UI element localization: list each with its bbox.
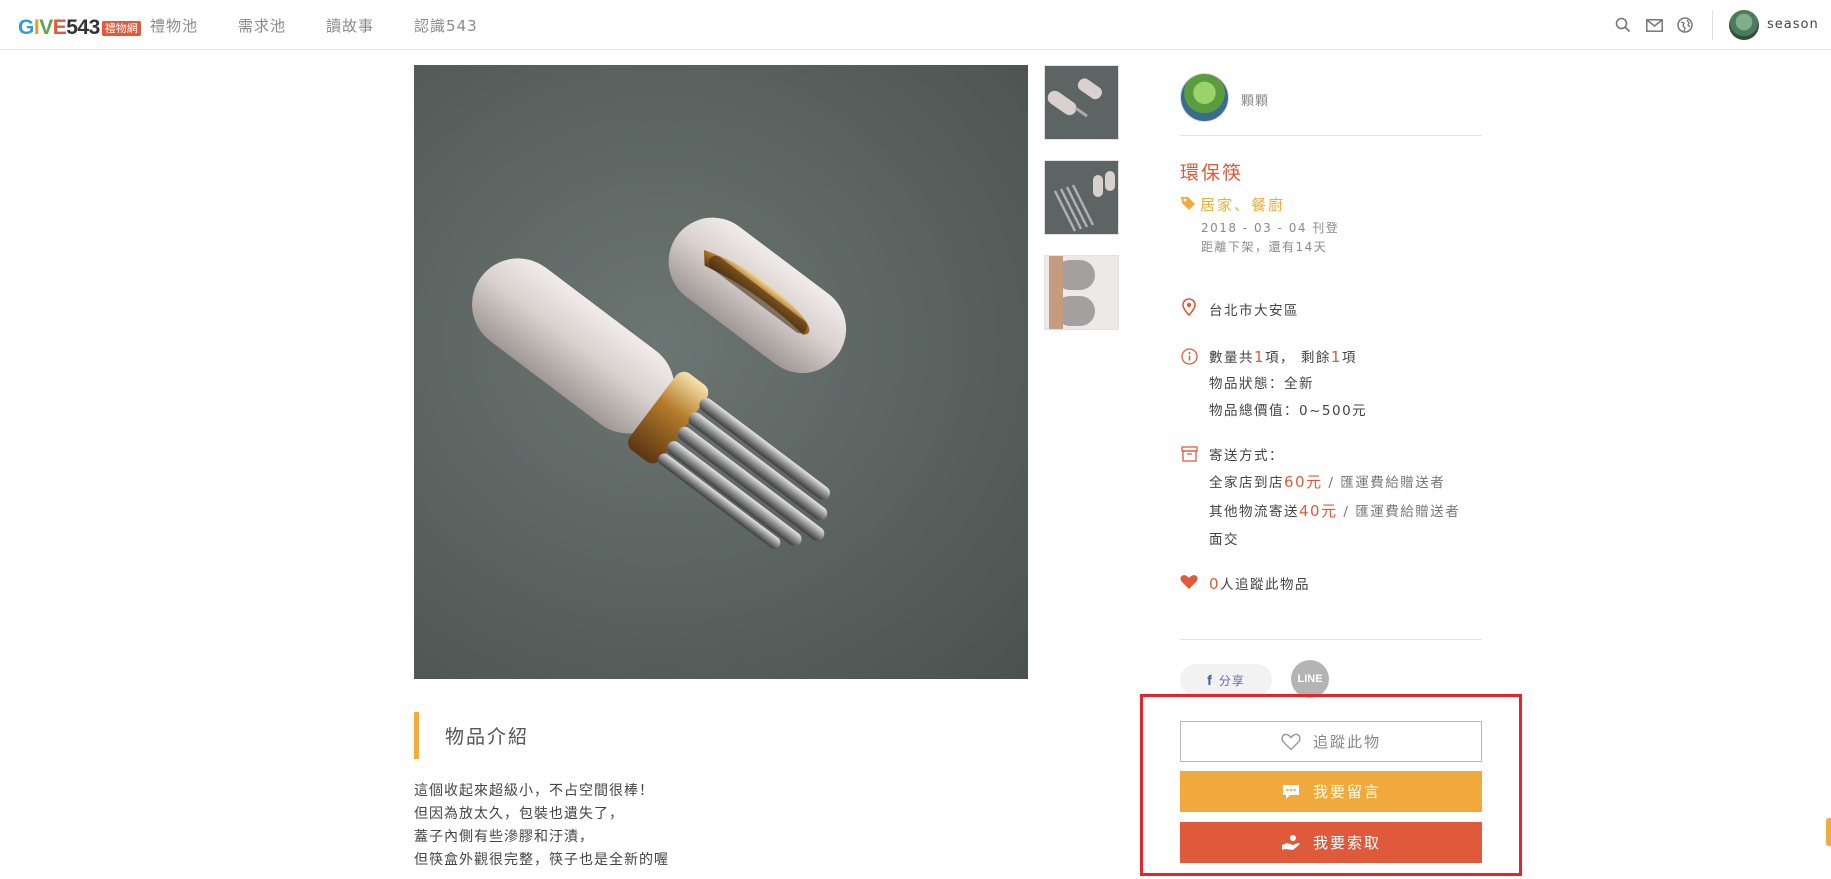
qty-suffix: 項 <box>1341 350 1357 366</box>
shipping-option-1: 全家店到店60元 / 匯運費給贈送者 <box>1209 471 1445 492</box>
posted-date: 2018 - 03 - 04 刊登 <box>1201 221 1340 235</box>
nav-demand-pool[interactable]: 需求池 <box>238 15 286 36</box>
mail-icon[interactable] <box>1643 14 1665 36</box>
intro-description: 這個收起來超級小，不占空間很棒！ 但因為放太久，包裝也遺失了， 蓋子內側有些滲膠… <box>414 780 669 872</box>
nav-gift-pool[interactable]: 禮物池 <box>150 15 198 36</box>
ship1-note: / 匯運費給贈送者 <box>1328 475 1446 491</box>
ship2-name: 其他物流寄送 <box>1209 504 1299 520</box>
qty-left: 1 <box>1330 348 1342 366</box>
line-share-button[interactable]: LINE <box>1291 660 1329 698</box>
site-logo[interactable]: GIVE543 禮物網 <box>18 13 141 39</box>
ship1-price: 60元 <box>1284 473 1323 491</box>
owner-divider <box>1180 135 1482 136</box>
time-remaining: 距離下架，還有14天 <box>1201 240 1328 254</box>
condition-text: 物品狀態：全新 <box>1209 376 1314 392</box>
item-main-photo[interactable] <box>414 65 1028 679</box>
intro-line-3: 蓋子內側有些滲膠和汙漬， <box>414 829 594 845</box>
shipping-option-3: 面交 <box>1209 532 1239 548</box>
logo-subtitle: 禮物網 <box>101 21 141 36</box>
facebook-share-label: 分享 <box>1218 673 1245 688</box>
quantity-text: 數量共1項， 剩餘1項 <box>1209 346 1357 366</box>
followers-text: 0人追蹤此物品 <box>1209 573 1310 593</box>
thumbnail-2[interactable] <box>1044 160 1119 235</box>
header-icons <box>1612 14 1705 36</box>
side-edge-tab[interactable] <box>1826 818 1831 846</box>
intro-line-4: 但筷盒外觀很完整，筷子也是全新的喔 <box>414 852 669 868</box>
main-nav: 禮物池 需求池 讀故事 認識543 <box>150 0 518 50</box>
facebook-share-button[interactable]: f 分享 <box>1180 664 1272 696</box>
followers-suffix: 人追蹤此物品 <box>1220 577 1311 593</box>
ship1-name: 全家店到店 <box>1209 475 1284 491</box>
shipping-option-2: 其他物流寄送40元 / 匯運費給贈送者 <box>1209 500 1460 521</box>
facebook-icon: f <box>1207 672 1213 688</box>
info-icon <box>1180 347 1198 365</box>
intro-line-2: 但因為放太久，包裝也遺失了， <box>414 806 624 822</box>
item-title: 環保筷 <box>1180 162 1244 184</box>
chopstick-case-illustration <box>472 217 847 549</box>
intro-line-1: 這個收起來超級小，不占空間很棒！ <box>414 783 654 799</box>
qty-total: 1 <box>1254 348 1266 366</box>
intro-title: 物品介紹 <box>445 726 530 748</box>
qty-prefix: 數量共 <box>1209 350 1254 366</box>
ship2-price: 40元 <box>1299 502 1338 520</box>
nav-about[interactable]: 認識543 <box>414 15 478 36</box>
owner-avatar[interactable] <box>1180 73 1229 122</box>
qty-mid: 項， 剩餘 <box>1265 350 1331 366</box>
followers-count: 0 <box>1209 575 1221 593</box>
heart-filled-icon <box>1180 573 1198 591</box>
thumbnail-3[interactable] <box>1044 255 1119 330</box>
user-avatar[interactable] <box>1729 10 1759 40</box>
owner-name[interactable]: 顆顆 <box>1241 90 1269 109</box>
shipping-label: 寄送方式： <box>1209 448 1284 464</box>
nav-stories[interactable]: 讀故事 <box>326 15 374 36</box>
highlight-annotation-box <box>1140 694 1522 876</box>
share-divider <box>1180 639 1482 640</box>
top-header: GIVE543 禮物網 禮物池 需求池 讀故事 認識543 season <box>0 0 1831 50</box>
ship2-note: / 匯運費給贈送者 <box>1343 504 1461 520</box>
location-text: 台北市大安區 <box>1209 303 1299 319</box>
logo-wordmark: GIVE543 <box>18 16 100 39</box>
category-label: 居家、餐廚 <box>1200 196 1286 214</box>
tag-icon <box>1180 195 1196 215</box>
intro-accent-bar <box>414 712 419 759</box>
value-text: 物品總價值：0~500元 <box>1209 403 1368 419</box>
location-pin-icon <box>1180 298 1198 316</box>
box-icon <box>1180 445 1198 463</box>
category-tag[interactable]: 居家、餐廚 <box>1180 194 1285 215</box>
globe-icon[interactable] <box>1674 14 1696 36</box>
header-divider <box>1712 10 1713 40</box>
thumbnail-1[interactable] <box>1044 65 1119 140</box>
user-name[interactable]: season <box>1767 17 1819 32</box>
search-icon[interactable] <box>1612 14 1634 36</box>
